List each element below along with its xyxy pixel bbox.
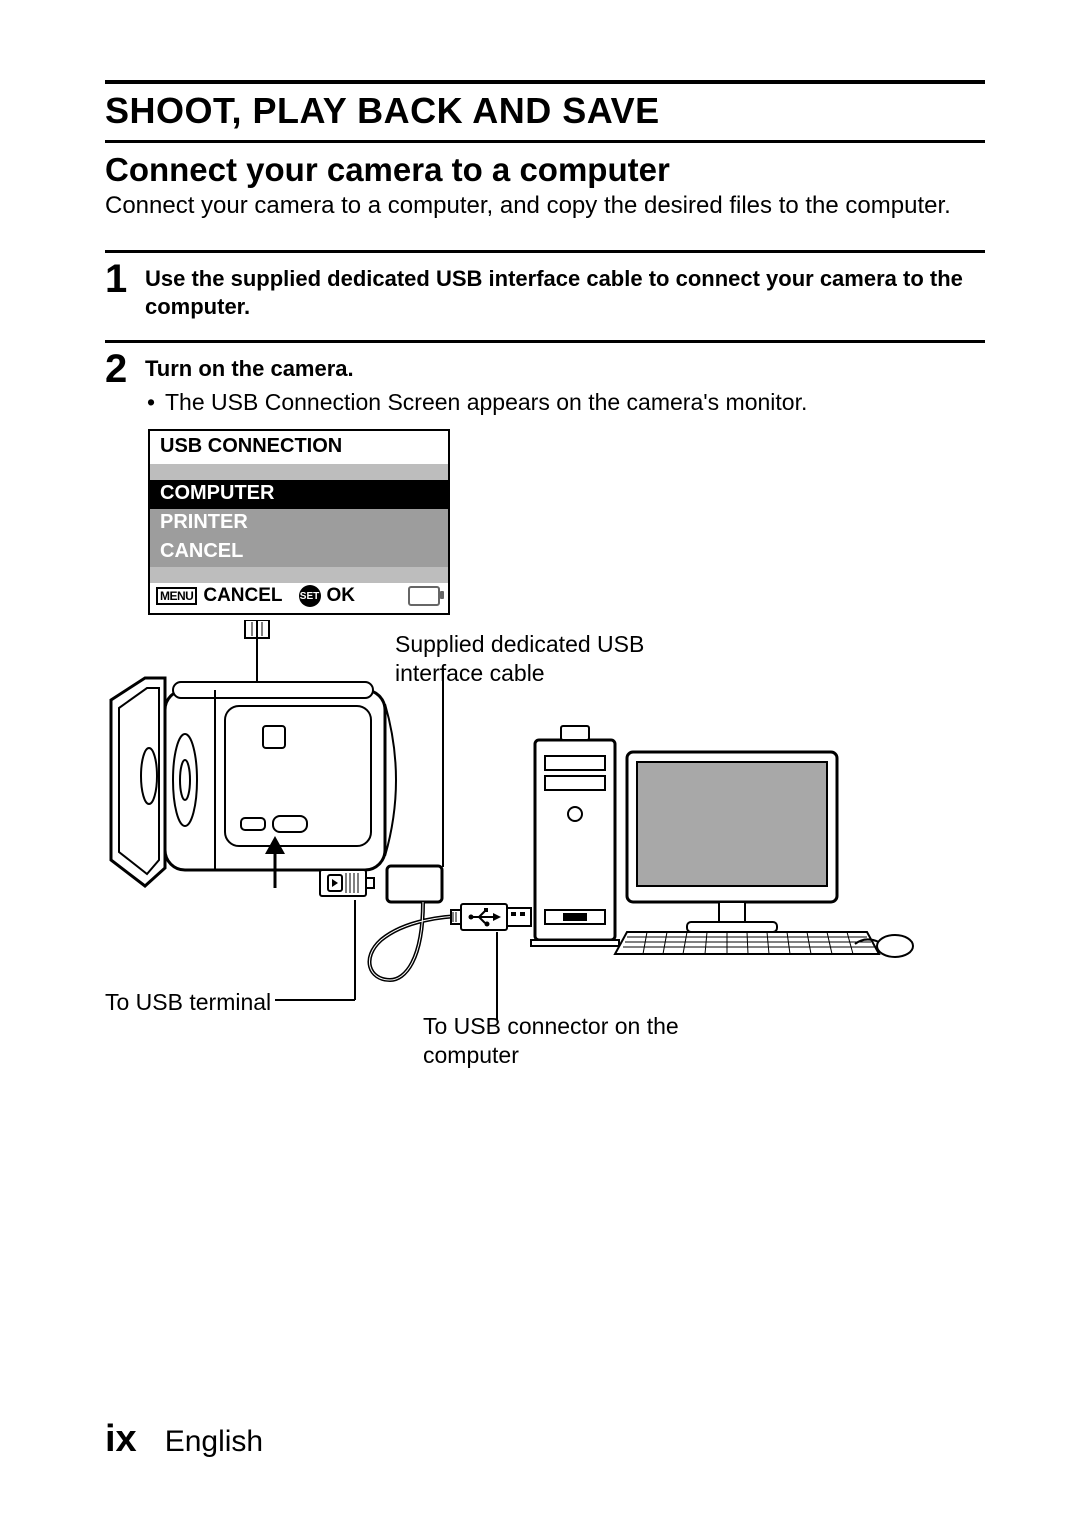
connection-diagram: Supplied dedicated USB interface cable T… [105,620,985,1100]
label-to-computer: To USB connector on the computer [423,1012,723,1070]
page-language: English [165,1425,263,1459]
step-number-1: 1 [105,259,145,299]
screen-row-computer: COMPUTER [150,480,448,509]
screen-row-cancel: CANCEL [150,538,448,567]
screen-bottombar: MENU CANCEL SET OK [150,583,448,613]
step-2-bullet: The USB Connection Screen appears on the… [165,388,985,418]
subsection-title: Connect your camera to a computer [105,151,985,189]
keyboard-icon [615,932,879,954]
step-number-2: 2 [105,349,145,389]
step-2: 2 Turn on the camera. The USB Connection… [105,351,985,615]
set-badge-icon: SET [299,585,321,607]
section-divider [105,140,985,143]
camera-screen: USB CONNECTION COMPUTER PRINTER CANCEL M… [148,429,450,615]
intro-paragraph: Connect your camera to a computer, and c… [105,191,985,222]
top-rule [105,80,985,84]
step-1: 1 Use the supplied dedicated USB interfa… [105,261,985,322]
battery-icon [408,586,440,606]
screen-shade-bottom [150,567,448,583]
label-to-terminal: To USB terminal [105,988,271,1017]
section-title: SHOOT, PLAY BACK AND SAVE [105,90,985,132]
screen-ok-label: OK [327,585,356,607]
menu-badge-icon: MENU [156,587,197,605]
step-1-text: Use the supplied dedicated USB interface… [145,265,985,322]
screen-title: USB CONNECTION [150,431,448,464]
step-divider-1 [105,250,985,253]
label-cable: Supplied dedicated USB interface cable [395,630,675,688]
screen-cancel-label: CANCEL [203,585,282,607]
page-number: ix [105,1418,137,1461]
page-footer: ix English [105,1418,263,1461]
step-2-text: Turn on the camera. [145,355,985,384]
screen-shade-top [150,464,448,480]
screen-row-printer: PRINTER [150,509,448,538]
step-divider-2 [105,340,985,343]
